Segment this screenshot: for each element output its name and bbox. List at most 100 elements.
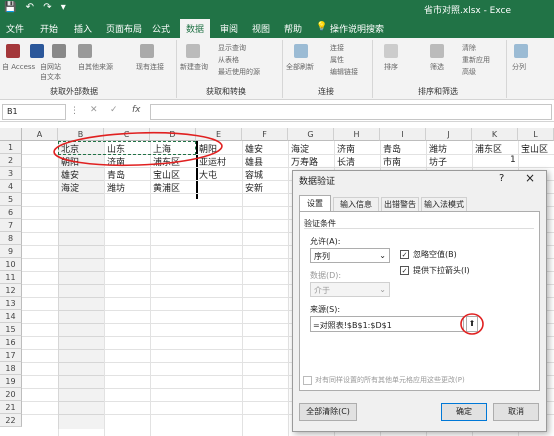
- row-header-4[interactable]: 4: [0, 180, 22, 193]
- cell-g2[interactable]: 万寿路: [291, 155, 318, 168]
- clear-button[interactable]: 清除: [462, 43, 476, 53]
- tab-settings[interactable]: 设置: [299, 195, 331, 211]
- properties-button[interactable]: 属性: [330, 55, 344, 65]
- cell-k1[interactable]: 浦东区: [475, 142, 502, 155]
- col-header-h[interactable]: H: [334, 128, 380, 141]
- name-box[interactable]: B1: [2, 104, 66, 120]
- row-header-20[interactable]: 20: [0, 388, 22, 401]
- filter-button[interactable]: 筛选: [430, 62, 444, 72]
- col-header-j[interactable]: J: [426, 128, 472, 141]
- edit-links-button[interactable]: 编辑链接: [330, 67, 358, 77]
- col-header-k[interactable]: K: [472, 128, 518, 141]
- cell-h1[interactable]: 济南: [337, 142, 355, 155]
- row-header-10[interactable]: 10: [0, 258, 22, 271]
- from-table-button[interactable]: 从表格: [218, 55, 239, 65]
- row-header-7[interactable]: 7: [0, 219, 22, 232]
- dropdown-checkbox[interactable]: ✓: [400, 266, 409, 275]
- tab-review[interactable]: 审阅: [220, 22, 238, 35]
- tab-error-alert[interactable]: 出错警告: [381, 197, 419, 211]
- insert-function-icon[interactable]: fx: [132, 105, 141, 115]
- help-icon[interactable]: ?: [499, 173, 504, 184]
- tab-data[interactable]: 数据: [180, 19, 211, 38]
- cell-f4[interactable]: 安新: [245, 181, 263, 194]
- tab-ime-mode[interactable]: 输入法模式: [421, 197, 467, 211]
- tab-home[interactable]: 开始: [40, 22, 58, 35]
- cell-f1[interactable]: 雄安: [245, 142, 263, 155]
- col-header-i[interactable]: I: [380, 128, 426, 141]
- text-to-columns-button[interactable]: 分列: [512, 62, 526, 72]
- row-header-12[interactable]: 12: [0, 284, 22, 297]
- row-header-17[interactable]: 17: [0, 349, 22, 362]
- reapply-button[interactable]: 重新应用: [462, 55, 490, 65]
- cell-f2[interactable]: 雄县: [245, 155, 263, 168]
- tab-input-message[interactable]: 输入信息: [333, 197, 379, 211]
- source-label: 来源(S):: [310, 305, 341, 314]
- select-all-corner[interactable]: [0, 128, 22, 141]
- cell-i2[interactable]: 市南: [383, 155, 401, 168]
- existing-connections-button[interactable]: 现有连接: [136, 62, 164, 72]
- cell-c4[interactable]: 潍坊: [107, 181, 125, 194]
- advanced-button[interactable]: 高级: [462, 67, 476, 77]
- row-header-1[interactable]: 1: [0, 141, 22, 154]
- connections-button[interactable]: 连接: [330, 43, 344, 53]
- group-get-transform: 获取和转换: [206, 87, 246, 96]
- row-header-9[interactable]: 9: [0, 245, 22, 258]
- tab-file[interactable]: 文件: [6, 22, 24, 35]
- source-input[interactable]: =对照表!$B$1:$D$1: [310, 316, 464, 332]
- from-other-sources-button[interactable]: 自其他来源: [78, 62, 113, 72]
- cell-j2[interactable]: 坊子: [429, 155, 447, 168]
- tab-insert[interactable]: 插入: [74, 22, 92, 35]
- cancel-button[interactable]: 取消: [493, 403, 539, 421]
- quick-access-toolbar[interactable]: 💾 ↶ ↷ ▾: [4, 2, 69, 13]
- enter-icon[interactable]: ✓: [110, 105, 118, 115]
- row-header-16[interactable]: 16: [0, 336, 22, 349]
- row-header-2[interactable]: 2: [0, 154, 22, 167]
- from-text-button[interactable]: 自文本: [40, 72, 61, 82]
- cell-f3[interactable]: 容城: [245, 168, 263, 181]
- cell-j1[interactable]: 潍坊: [429, 142, 447, 155]
- cancel-icon[interactable]: ✕: [90, 105, 98, 115]
- tab-view[interactable]: 视图: [252, 22, 270, 35]
- row-header-13[interactable]: 13: [0, 297, 22, 310]
- col-header-l[interactable]: L: [518, 128, 554, 141]
- row-header-14[interactable]: 14: [0, 310, 22, 323]
- row-header-21[interactable]: 21: [0, 401, 22, 414]
- tab-page-layout[interactable]: 页面布局: [106, 22, 142, 35]
- recent-sources-button[interactable]: 最近使用的源: [218, 67, 260, 77]
- row-header-15[interactable]: 15: [0, 323, 22, 336]
- col-header-f[interactable]: F: [242, 128, 288, 141]
- clear-all-button[interactable]: 全部清除(C): [299, 403, 357, 421]
- tab-help[interactable]: 帮助: [284, 22, 302, 35]
- show-queries-button[interactable]: 显示查询: [218, 43, 246, 53]
- close-icon[interactable]: ×: [525, 171, 535, 185]
- ok-button[interactable]: 确定: [441, 403, 487, 421]
- row-header-6[interactable]: 6: [0, 206, 22, 219]
- from-access-button[interactable]: 自 Access: [2, 62, 35, 72]
- tab-formulas[interactable]: 公式: [152, 22, 170, 35]
- cell-k2[interactable]: 1: [510, 155, 516, 165]
- ignore-blank-checkbox[interactable]: ✓: [400, 250, 409, 259]
- cell-i1[interactable]: 青岛: [383, 142, 401, 155]
- from-web-button[interactable]: 自网站: [40, 62, 61, 72]
- allow-select[interactable]: 序列 ⌄: [310, 248, 390, 263]
- row-header-11[interactable]: 11: [0, 271, 22, 284]
- row-header-19[interactable]: 19: [0, 375, 22, 388]
- row-header-8[interactable]: 8: [0, 232, 22, 245]
- refresh-all-button[interactable]: 全部刷新: [286, 62, 314, 72]
- new-query-button[interactable]: 新建查询: [180, 62, 208, 72]
- new-query-icon: [186, 44, 200, 58]
- row-header-3[interactable]: 3: [0, 167, 22, 180]
- col-header-g[interactable]: G: [288, 128, 334, 141]
- row-header-22[interactable]: 22: [0, 414, 22, 427]
- cell-b4[interactable]: 海淀: [61, 181, 79, 194]
- cell-h2[interactable]: 长清: [337, 155, 355, 168]
- sort-button[interactable]: 排序: [384, 62, 398, 72]
- cell-l1[interactable]: 宝山区: [521, 142, 548, 155]
- formula-input[interactable]: [150, 104, 552, 120]
- tell-me-search[interactable]: 操作说明搜索: [330, 22, 384, 35]
- cell-d4[interactable]: 黄浦区: [153, 181, 180, 194]
- row-header-5[interactable]: 5: [0, 193, 22, 206]
- apply-all-label: 对有同样设置的所有其他单元格应用这些更改(P): [315, 376, 465, 384]
- cell-g1[interactable]: 海淀: [291, 142, 309, 155]
- row-header-18[interactable]: 18: [0, 362, 22, 375]
